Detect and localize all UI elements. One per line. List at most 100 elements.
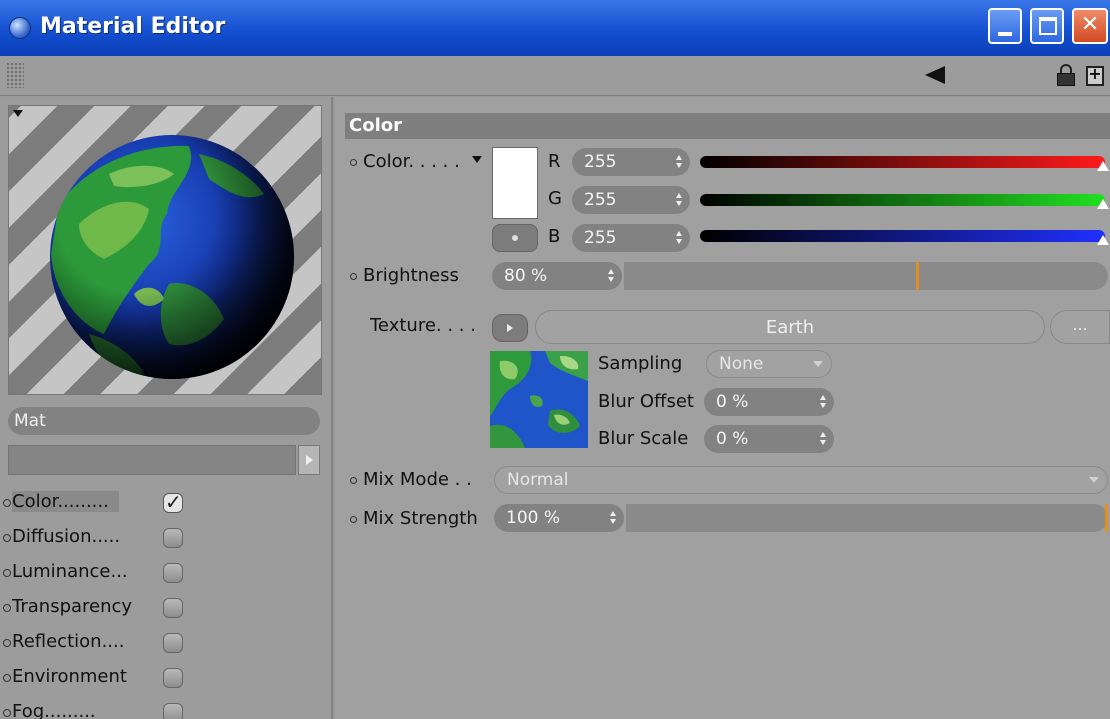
blur-offset-field[interactable]: 0 % xyxy=(704,388,834,416)
animation-dot-icon[interactable] xyxy=(3,604,11,612)
blue-slider[interactable] xyxy=(700,230,1105,242)
channel-checkbox[interactable] xyxy=(163,528,183,548)
animation-dot-icon[interactable] xyxy=(350,272,357,280)
sampling-dropdown[interactable]: None xyxy=(706,350,832,378)
preview-menu-icon[interactable] xyxy=(13,110,23,117)
g-value: 255 xyxy=(584,190,617,210)
channel-checkbox[interactable] xyxy=(163,668,183,688)
color-picker-button[interactable] xyxy=(492,224,538,252)
material-preview[interactable] xyxy=(8,105,322,395)
texture-name-button[interactable]: Earth xyxy=(535,310,1045,344)
channel-item-reflection[interactable]: Reflection.... xyxy=(0,627,333,662)
red-slider[interactable] xyxy=(700,156,1105,168)
spinner-icon[interactable] xyxy=(820,395,826,409)
green-slider[interactable] xyxy=(700,194,1105,206)
window-title: Material Editor xyxy=(40,14,226,39)
channel-checkbox[interactable]: ✓ xyxy=(163,490,183,514)
brightness-slider[interactable] xyxy=(624,262,1108,290)
channel-checkbox[interactable] xyxy=(163,633,183,653)
b-field[interactable]: 255 xyxy=(572,224,690,252)
channel-item-color[interactable]: Color......... ✓ xyxy=(0,487,333,522)
check-icon: ✓ xyxy=(165,490,182,514)
arrow-left-icon[interactable] xyxy=(925,66,945,84)
left-panel: Mat Color......... ✓ Diffusion..... Lumi… xyxy=(0,97,333,719)
spinner-icon[interactable] xyxy=(820,432,826,446)
blur-scale-field[interactable]: 0 % xyxy=(704,425,834,453)
mix-strength-field[interactable]: 100 % xyxy=(494,504,624,532)
maximize-button[interactable] xyxy=(1030,8,1064,44)
sphere-icon[interactable] xyxy=(9,17,31,39)
chevron-down-icon xyxy=(1089,477,1099,483)
brightness-field[interactable]: 80 % xyxy=(492,262,622,290)
drag-grip-icon[interactable] xyxy=(6,62,24,88)
channel-item-environment[interactable]: Environment xyxy=(0,662,333,697)
animation-dot-icon[interactable] xyxy=(3,639,11,647)
channel-label: Reflection xyxy=(12,631,102,652)
color-swatch[interactable] xyxy=(492,147,538,219)
mix-strength-slider-marker[interactable] xyxy=(1105,504,1108,532)
blue-slider-thumb[interactable] xyxy=(1097,235,1109,245)
brightness-slider-marker[interactable] xyxy=(916,262,920,290)
spinner-icon[interactable] xyxy=(610,511,616,525)
texture-browse-button[interactable]: ... xyxy=(1050,310,1110,344)
animation-dot-icon[interactable] xyxy=(3,534,11,542)
material-name-field[interactable]: Mat xyxy=(8,407,320,435)
channel-label: Transparency xyxy=(12,596,133,617)
animation-dot-icon[interactable] xyxy=(350,515,357,523)
color-menu-icon[interactable] xyxy=(472,156,482,163)
material-popup-button[interactable] xyxy=(298,445,320,475)
g-field[interactable]: 255 xyxy=(572,186,690,214)
material-popup-field[interactable] xyxy=(8,445,296,475)
channel-label: Fog xyxy=(12,701,45,719)
channel-item-luminance[interactable]: Luminance... xyxy=(0,557,333,592)
channel-item-fog[interactable]: Fog......... xyxy=(0,697,333,719)
channel-dots: ......... xyxy=(44,701,96,719)
channel-label: Luminance xyxy=(12,561,111,582)
mix-mode-dropdown[interactable]: Normal xyxy=(494,466,1108,494)
channel-list: Color......... ✓ Diffusion..... Luminanc… xyxy=(0,487,333,719)
channel-label: Diffusion xyxy=(12,526,92,547)
spinner-icon[interactable] xyxy=(676,155,682,169)
animation-dot-icon[interactable] xyxy=(350,158,357,166)
animation-dot-icon[interactable] xyxy=(3,709,11,717)
blur-offset-value: 0 % xyxy=(716,392,749,412)
mix-mode-value: Normal xyxy=(507,470,569,490)
brightness-value: 80 % xyxy=(504,266,548,286)
mix-strength-label: Mix Strength xyxy=(350,508,478,529)
red-slider-thumb[interactable] xyxy=(1097,161,1109,171)
animation-dot-icon[interactable] xyxy=(3,499,11,507)
close-button[interactable]: ✕ xyxy=(1072,8,1108,44)
channel-label: Environment xyxy=(12,666,127,687)
animation-dot-icon[interactable] xyxy=(3,674,11,682)
channel-checkbox[interactable] xyxy=(163,563,183,583)
channel-checkbox[interactable] xyxy=(163,598,183,618)
animation-dot-icon[interactable] xyxy=(3,569,11,577)
b-label: B xyxy=(548,226,561,247)
channel-item-transparency[interactable]: Transparency xyxy=(0,592,333,627)
new-window-icon[interactable]: + xyxy=(1086,64,1104,86)
color-label: Color. . . . . xyxy=(350,151,460,172)
sampling-label: Sampling xyxy=(598,353,683,374)
channel-item-diffusion[interactable]: Diffusion..... xyxy=(0,522,333,557)
spinner-icon[interactable] xyxy=(676,231,682,245)
spinner-icon[interactable] xyxy=(676,193,682,207)
blur-scale-label: Blur Scale xyxy=(598,428,689,449)
channel-dots: ......... xyxy=(57,491,109,512)
earth-sphere-image xyxy=(50,135,294,379)
blur-offset-label: Blur Offset xyxy=(598,391,694,412)
channel-checkbox[interactable] xyxy=(163,703,183,719)
animation-dot-icon[interactable] xyxy=(350,476,357,484)
texture-menu-button[interactable] xyxy=(492,314,528,342)
texture-label: Texture. . . . xyxy=(370,315,476,336)
r-field[interactable]: 255 xyxy=(572,148,690,176)
green-slider-thumb[interactable] xyxy=(1097,199,1109,209)
chevron-down-icon xyxy=(813,361,823,367)
lock-icon[interactable] xyxy=(1057,64,1075,86)
channel-dots: ... xyxy=(110,561,128,582)
section-header: Color xyxy=(345,113,1110,139)
texture-thumbnail[interactable] xyxy=(490,351,588,448)
spinner-icon[interactable] xyxy=(608,269,614,283)
maximize-icon xyxy=(1039,17,1057,35)
mix-strength-slider[interactable] xyxy=(626,504,1108,532)
minimize-button[interactable] xyxy=(988,8,1022,44)
